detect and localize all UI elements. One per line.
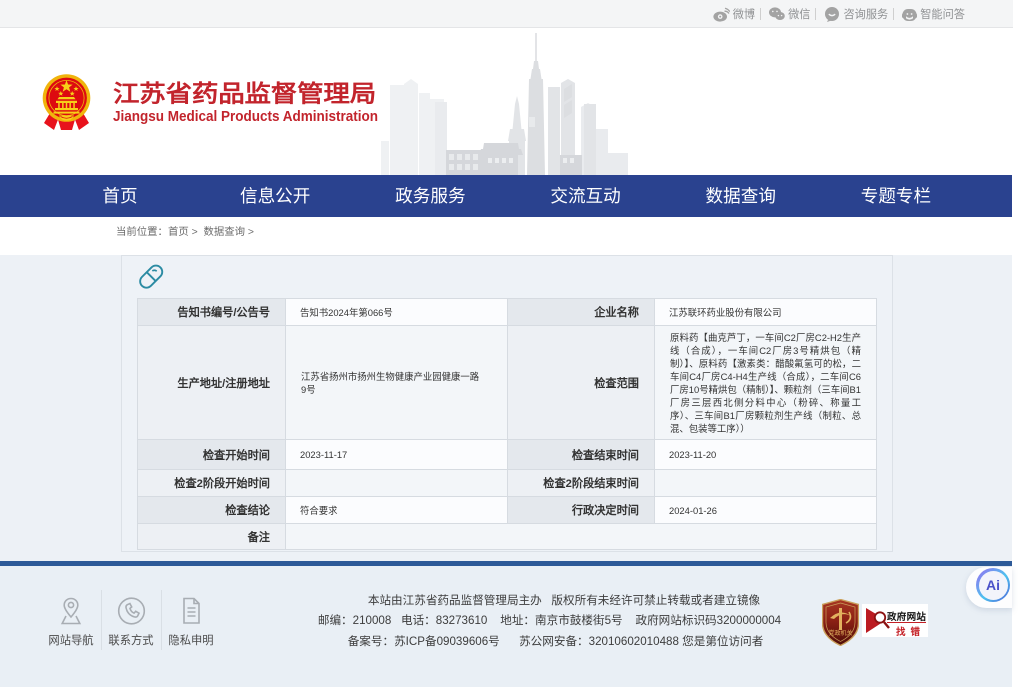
- svg-text:党政机关: 党政机关: [828, 629, 852, 637]
